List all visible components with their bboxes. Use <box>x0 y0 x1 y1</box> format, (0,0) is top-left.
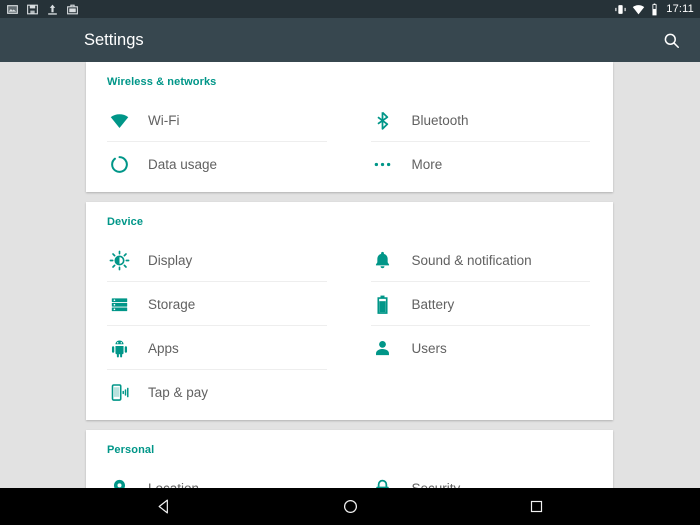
save-icon <box>27 4 38 14</box>
bell-icon-wrap <box>371 248 395 272</box>
storage-icon <box>111 297 127 311</box>
location-pin-icon-wrap <box>107 476 131 488</box>
nav-recents-button[interactable] <box>519 490 553 524</box>
settings-row-display[interactable]: Display <box>86 238 350 282</box>
lock-icon <box>376 479 389 488</box>
settings-row-group: Display Sound & notification Storage Batter… <box>86 238 613 414</box>
battery-icon <box>652 3 657 15</box>
home-icon <box>343 499 357 514</box>
settings-row-data-usage[interactable]: Data usage <box>86 142 350 186</box>
nav-home-button[interactable] <box>333 490 367 524</box>
navigation-bar <box>0 488 700 525</box>
android-icon <box>111 339 127 357</box>
more-icon-wrap <box>371 152 395 176</box>
settings-row-location[interactable]: Location <box>86 466 350 488</box>
section-header-device: Device <box>107 216 144 228</box>
display-icon-wrap <box>107 248 131 272</box>
page-title: Settings <box>84 30 144 49</box>
status-bar: 17:11 <box>0 0 700 18</box>
settings-row-apps[interactable]: Apps <box>86 326 350 370</box>
location-pin-icon <box>113 479 125 488</box>
nfc-icon-wrap <box>107 380 131 404</box>
settings-row-bluetooth[interactable]: Bluetooth <box>350 98 614 142</box>
settings-row-label: Users <box>411 340 447 356</box>
screenshot-icon <box>7 4 18 14</box>
wifi-icon <box>633 4 645 14</box>
storage-icon-wrap <box>107 292 131 316</box>
settings-row-label: Tap & pay <box>148 384 209 400</box>
settings-row-security[interactable]: Security <box>350 466 614 488</box>
settings-row-label: Apps <box>148 340 179 356</box>
section-header-personal: Personal <box>107 444 155 456</box>
settings-row-wi-fi[interactable]: Wi-Fi <box>86 98 350 142</box>
work-profile-icon <box>67 4 78 14</box>
settings-row-label: Location <box>148 480 200 489</box>
wifi-icon-wrap <box>107 108 131 132</box>
vibrate-icon <box>615 4 626 14</box>
android-icon-wrap <box>107 336 131 360</box>
settings-row-label: Battery <box>411 296 455 312</box>
user-icon-wrap <box>371 336 395 360</box>
section-header-wireless-networks: Wireless & networks <box>107 76 217 88</box>
search-icon <box>664 33 679 48</box>
settings-row-tap-pay[interactable]: Tap & pay <box>86 370 350 414</box>
settings-row-label: Wi-Fi <box>148 112 180 128</box>
bluetooth-icon-wrap <box>371 108 395 132</box>
settings-row-label: Display <box>148 252 193 268</box>
status-bar-right: 17:11 <box>614 3 694 16</box>
settings-row-label: More <box>411 156 443 172</box>
settings-row-label: Data usage <box>148 156 218 172</box>
bell-icon <box>375 251 390 268</box>
lock-icon-wrap <box>371 476 395 488</box>
more-icon <box>374 162 391 166</box>
settings-row-label: Bluetooth <box>411 112 469 128</box>
back-icon <box>158 499 168 514</box>
battery-icon <box>377 295 388 314</box>
recents-icon <box>530 500 542 513</box>
bluetooth-icon <box>377 111 389 130</box>
settings-row-group: Location Security <box>86 466 613 488</box>
wifi-icon <box>110 113 128 128</box>
settings-row-storage[interactable]: Storage <box>86 282 350 326</box>
user-icon <box>376 340 389 355</box>
settings-row-label: Security <box>411 480 461 489</box>
search-button[interactable] <box>656 25 686 55</box>
data-usage-icon-wrap <box>107 152 131 176</box>
settings-row-sound-notification[interactable]: Sound & notification <box>350 238 614 282</box>
settings-row-users[interactable]: Users <box>350 326 614 370</box>
status-bar-left-icons <box>6 3 79 16</box>
settings-row-label: Sound & notification <box>411 252 532 268</box>
settings-card-device: Device Display Sound & notification Storage… <box>86 202 613 420</box>
data-usage-icon <box>110 155 128 173</box>
app-bar: Settings <box>0 18 700 62</box>
settings-card-wireless-networks: Wireless & networks Wi-Fi Bluetooth Data us… <box>86 62 613 192</box>
battery-icon-wrap <box>371 292 395 316</box>
display-icon <box>109 250 129 270</box>
nfc-icon <box>111 383 129 401</box>
settings-row-group: Wi-Fi Bluetooth Data usage More <box>86 98 613 186</box>
status-bar-clock: 17:11 <box>666 3 694 15</box>
nav-back-button[interactable] <box>147 490 181 524</box>
settings-row-more[interactable]: More <box>350 142 614 186</box>
settings-row-label: Storage <box>148 296 196 312</box>
settings-row-battery[interactable]: Battery <box>350 282 614 326</box>
settings-card-personal: Personal Location Security <box>86 430 613 488</box>
settings-scroll-area[interactable]: Wireless & networks Wi-Fi Bluetooth Data us… <box>0 62 700 488</box>
upload-icon <box>48 4 57 15</box>
